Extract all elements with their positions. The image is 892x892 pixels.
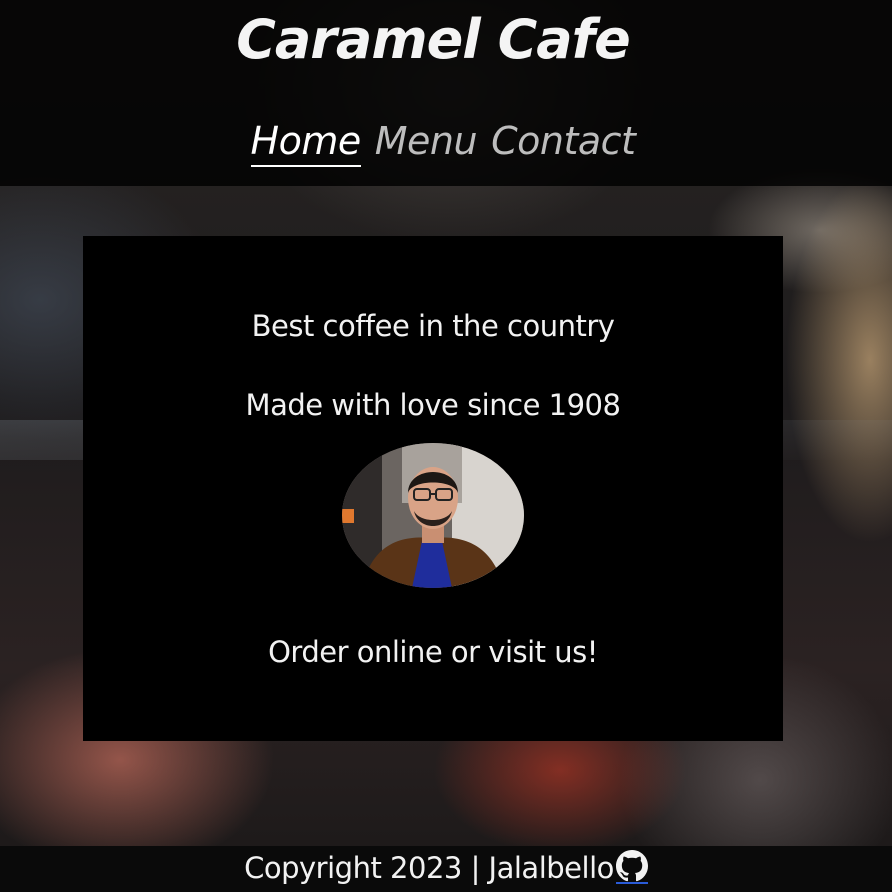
main-nav: Home Menu Contact bbox=[0, 115, 886, 167]
tagline-made-with-love: Made with love since 1908 bbox=[245, 388, 621, 422]
tagline-best-coffee: Best coffee in the country bbox=[251, 309, 615, 343]
github-icon[interactable] bbox=[615, 850, 648, 884]
site-title: Caramel Cafe bbox=[236, 8, 631, 71]
profile-photo bbox=[342, 443, 524, 588]
nav-home-link[interactable]: Home bbox=[250, 117, 361, 167]
site-header: Caramel Cafe Home Menu Contact bbox=[0, 0, 892, 186]
site-footer: Copyright 2023 | Jalalbello bbox=[0, 846, 892, 892]
nav-menu-link[interactable]: Menu bbox=[375, 115, 478, 167]
profile-photo-image bbox=[342, 443, 524, 588]
call-to-action-text: Order online or visit us! bbox=[268, 635, 598, 669]
nav-contact-link[interactable]: Contact bbox=[491, 115, 636, 167]
page: Caramel Cafe Home Menu Contact Best coffee… bbox=[0, 0, 892, 892]
copyright-text: Copyright 2023 | Jalalbello bbox=[244, 851, 614, 885]
main-content-box: Best coffee in the country Made with lov… bbox=[83, 236, 783, 741]
